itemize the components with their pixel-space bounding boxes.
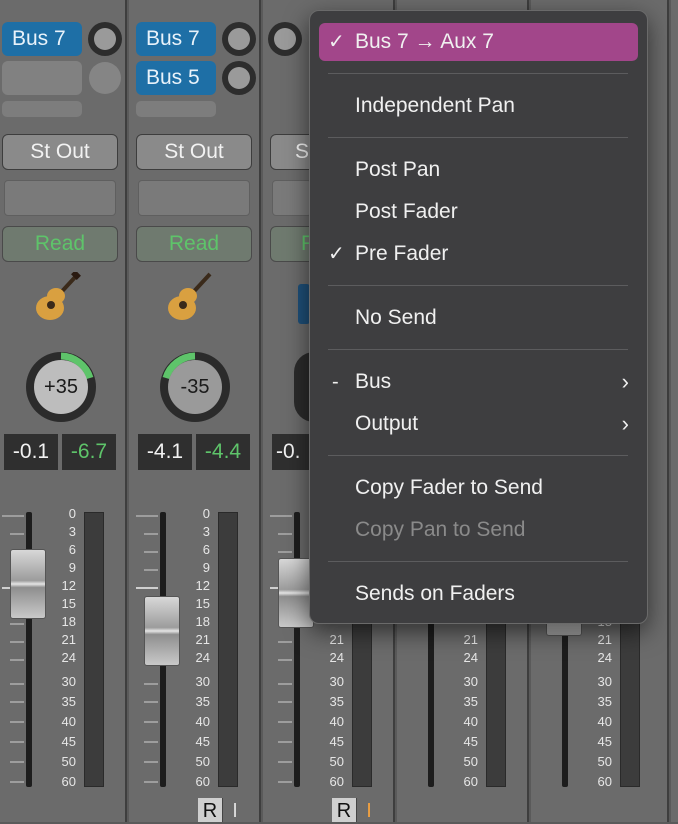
volume-fader[interactable]	[144, 596, 180, 666]
volume-fader[interactable]	[10, 549, 46, 619]
send-level-knob[interactable]	[222, 22, 256, 56]
send-context-menu: ✓ Bus 7 → Aux 7 Independent Pan Post Pan…	[309, 10, 648, 624]
menu-item-bus[interactable]: - Bus ›	[310, 363, 647, 401]
send-level-knob[interactable]	[268, 22, 302, 56]
send-slot-button[interactable]: Bus 7	[2, 22, 82, 56]
menu-item-pre-fader[interactable]: ✓ Pre Fader	[310, 235, 647, 273]
send-slot-empty[interactable]	[136, 101, 216, 117]
acoustic-guitar-icon	[36, 272, 81, 320]
volume-readout[interactable]: -4.1	[138, 434, 192, 470]
pan-knob[interactable]: -35	[160, 352, 230, 422]
level-meter	[84, 512, 104, 787]
menu-item-copy-pan-to-send: Copy Pan to Send	[355, 518, 526, 541]
record-enable-button[interactable]: R	[198, 798, 222, 822]
send-slot-empty[interactable]	[2, 61, 82, 95]
group-slot[interactable]	[272, 180, 312, 216]
menu-item-output[interactable]: Output ›	[310, 405, 647, 443]
chevron-right-icon: ›	[621, 411, 629, 436]
menu-item-bus-7-aux-7[interactable]: ✓ Bus 7 → Aux 7	[319, 23, 638, 61]
menu-item-no-send[interactable]: No Send	[310, 299, 647, 337]
send-slot-empty-2[interactable]	[2, 101, 82, 117]
send-slot-button[interactable]: Bus 7	[136, 22, 216, 56]
menu-separator	[328, 561, 628, 562]
peak-readout[interactable]: -4.4	[196, 434, 250, 470]
group-slot[interactable]	[138, 180, 250, 216]
pan-value: -35	[168, 360, 222, 414]
level-meter	[218, 512, 238, 787]
output-slot[interactable]: St Out	[2, 134, 118, 170]
volume-readout[interactable]: -0.1	[4, 434, 58, 470]
menu-item-copy-fader-to-send[interactable]: Copy Fader to Send	[310, 469, 647, 507]
send-slot-button-2[interactable]: Bus 5	[136, 61, 216, 95]
group-slot[interactable]	[4, 180, 116, 216]
automation-mode-button[interactable]: Read	[136, 226, 252, 262]
input-monitor-button[interactable]: I	[222, 798, 247, 822]
pan-value: +35	[34, 360, 88, 414]
send-level-knob-empty	[89, 62, 121, 94]
fader-track	[294, 512, 300, 787]
output-slot[interactable]: St Out	[136, 134, 252, 170]
menu-separator	[328, 73, 628, 74]
input-monitor-button[interactable]: I	[356, 798, 381, 822]
menu-item-post-fader[interactable]: Post Fader	[310, 193, 647, 231]
record-enable-button[interactable]: R	[332, 798, 356, 822]
menu-separator	[328, 137, 628, 138]
automation-mode-button[interactable]: Read	[2, 226, 118, 262]
menu-separator	[328, 455, 628, 456]
mixed-state-dash: -	[332, 371, 339, 393]
menu-item-sends-on-faders[interactable]: Sends on Faders	[310, 575, 647, 613]
fader-tick-marks	[270, 515, 292, 783]
menu-item-independent-pan[interactable]: Independent Pan	[310, 87, 647, 125]
menu-item-post-pan[interactable]: Post Pan	[310, 151, 647, 189]
checkmark-icon: ✓	[328, 31, 345, 53]
channel-strip-6	[671, 0, 678, 822]
acoustic-guitar-icon	[168, 272, 212, 320]
checkmark-icon: ✓	[328, 243, 345, 265]
send-level-knob-2[interactable]	[222, 61, 256, 95]
menu-separator	[328, 285, 628, 286]
send-level-knob[interactable]	[88, 22, 122, 56]
peak-readout[interactable]: -6.7	[62, 434, 116, 470]
menu-separator	[328, 349, 628, 350]
pan-knob[interactable]: +35	[26, 352, 96, 422]
chevron-right-icon: ›	[621, 369, 629, 394]
